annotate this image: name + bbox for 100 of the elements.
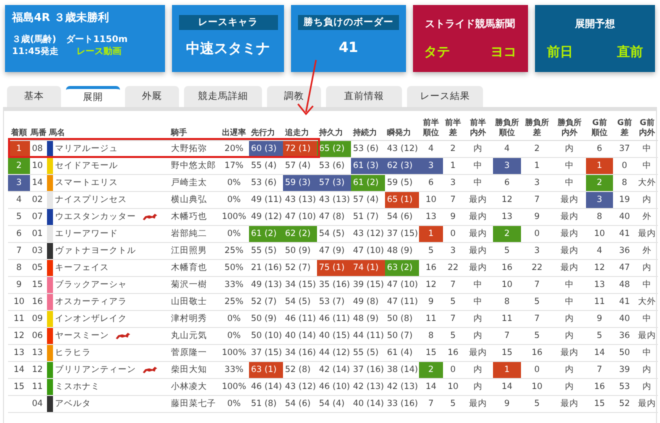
table-cell: 54 (6) [385, 208, 419, 226]
newspaper-link[interactable]: ヨコ [490, 43, 516, 61]
table-cell: 53 (7) [317, 294, 351, 310]
table-cell: 12 [586, 260, 613, 276]
table-cell: 7 [443, 310, 463, 328]
table-cell: 最内 [463, 260, 493, 276]
finish-cell: 2 [8, 158, 30, 174]
table-cell: 44 (12) [317, 344, 351, 362]
table-cell: 最内 [553, 226, 586, 242]
table-cell: 2 [521, 140, 553, 158]
finish-cell: 7 [8, 242, 30, 260]
table-cell: 最内 [553, 260, 586, 276]
table-cell: 61 (3) [351, 158, 385, 174]
table-cell: 5 [521, 396, 553, 412]
table-cell: 8 [419, 328, 443, 344]
finish-cell: 8 [8, 260, 30, 276]
table-cell: 0% [219, 396, 249, 412]
horse-name[interactable]: ウエスタンカッター [55, 212, 136, 222]
forecast-link[interactable]: 前日 [546, 43, 573, 61]
horse-name[interactable]: エリーアワード [55, 229, 118, 239]
table-cell: 15 [586, 396, 613, 412]
column-header: 馬番 [30, 111, 47, 140]
column-header: 先行力 [251, 128, 275, 137]
table-cell: 12 [419, 276, 443, 294]
table-cell: 11 [586, 294, 613, 310]
horse-name[interactable]: インオンザレイク [55, 314, 127, 324]
table-cell: 51 (8) [249, 396, 283, 412]
jockey-cell: 山田敬士 [169, 294, 219, 310]
table-cell: 1 [419, 226, 443, 242]
horse-name[interactable]: セイドアモール [55, 161, 118, 171]
table-cell: 46 (11) [317, 310, 351, 328]
table-cell: 0% [219, 192, 249, 208]
horse-name[interactable]: ヴァトナヨークトル [55, 246, 136, 256]
table-cell: 7 [443, 192, 463, 208]
table-cell: 9 [419, 294, 443, 310]
table-cell: 最内 [553, 208, 586, 226]
table-cell: 外 [636, 208, 658, 226]
table-cell: 50 (9) [283, 242, 317, 260]
table-cell: 49 (8) [351, 294, 385, 310]
table-cell: 7 [586, 362, 613, 378]
table-cell: 43 (12) [283, 378, 317, 396]
horse-name[interactable]: ミスホナミ [55, 382, 100, 392]
table-cell: 中 [553, 276, 586, 294]
table-cell: 最内 [463, 344, 493, 362]
table-cell: 75 (1) [317, 260, 351, 276]
table-cell: 41 [613, 226, 636, 242]
horse-name[interactable]: マリアルージュ [55, 144, 118, 154]
table-cell: 5 [586, 328, 613, 344]
column-header: 騎手 [171, 128, 187, 137]
table-cell: 49 (11) [249, 192, 283, 208]
horse-name[interactable]: ヒラヒラ [55, 348, 91, 358]
column-header: 持続力 [353, 128, 377, 137]
table-cell: 46 (11) [283, 310, 317, 328]
column-header: 前半内外 [470, 118, 486, 138]
tab[interactable]: レース結果 [407, 86, 483, 107]
tab[interactable]: 調教 [267, 86, 321, 107]
horse-name[interactable]: アベルタ [55, 399, 91, 409]
table-cell: 36 [613, 242, 636, 260]
horse-name[interactable]: ブリリアンティーン [55, 365, 136, 375]
newspaper-link[interactable]: タテ [424, 43, 450, 61]
forecast-label: 展開予想 [574, 18, 615, 31]
table-cell: 9 [586, 310, 613, 328]
table-cell: 3 [443, 242, 463, 260]
finish-cell: 11 [8, 310, 30, 328]
horse-name[interactable]: スマートエリス [55, 178, 118, 188]
table-cell: 0% [219, 174, 249, 192]
table-cell: 48 [613, 276, 636, 294]
column-header: G前順位 [592, 118, 608, 138]
table-cell: 37 (16) [351, 362, 385, 378]
table-cell: 53 [613, 378, 636, 396]
table-cell: 1 [586, 158, 613, 174]
race-title: 福島4R ３歳未勝利 [12, 10, 109, 25]
column-header: 勝負所内外 [558, 118, 582, 138]
jockey-cell: 戸崎圭太 [169, 174, 219, 192]
tab[interactable]: 基本 [7, 86, 61, 107]
tab[interactable]: 競走馬詳細 [184, 86, 262, 107]
horse-name[interactable]: オスカーティアラ [55, 297, 127, 307]
horse-name[interactable]: ブラックアーシャ [55, 280, 127, 290]
table-cell: 5 [419, 242, 443, 260]
table-cell: 内 [553, 362, 586, 378]
table-cell: 0 [443, 362, 463, 378]
table-cell: 0% [219, 328, 249, 344]
tab[interactable]: 直前情報 [326, 86, 402, 107]
horse-name[interactable]: キーフェイス [55, 263, 109, 273]
table-cell: 51 (7) [351, 208, 385, 226]
table-cell: 50 (9) [249, 310, 283, 328]
horse-name[interactable]: ヤースミーン [55, 331, 109, 341]
jockey-cell: 小林凌大 [169, 378, 219, 396]
horse-name[interactable]: ナイスプリンセス [55, 195, 127, 205]
table-cell: 最内 [553, 344, 586, 362]
table-cell: 61 (4) [385, 344, 419, 362]
table-cell: 62 (2) [283, 226, 317, 242]
forecast-link[interactable]: 直前 [616, 43, 643, 61]
table-cell: 16 [443, 344, 463, 362]
table-cell: 3 [443, 174, 463, 192]
tab[interactable]: 外厩 [125, 86, 179, 107]
table-cell: 1 [521, 158, 553, 174]
table-cell: 25% [219, 294, 249, 310]
table-cell: 37 [613, 140, 636, 158]
table-cell: 7 [493, 328, 521, 344]
